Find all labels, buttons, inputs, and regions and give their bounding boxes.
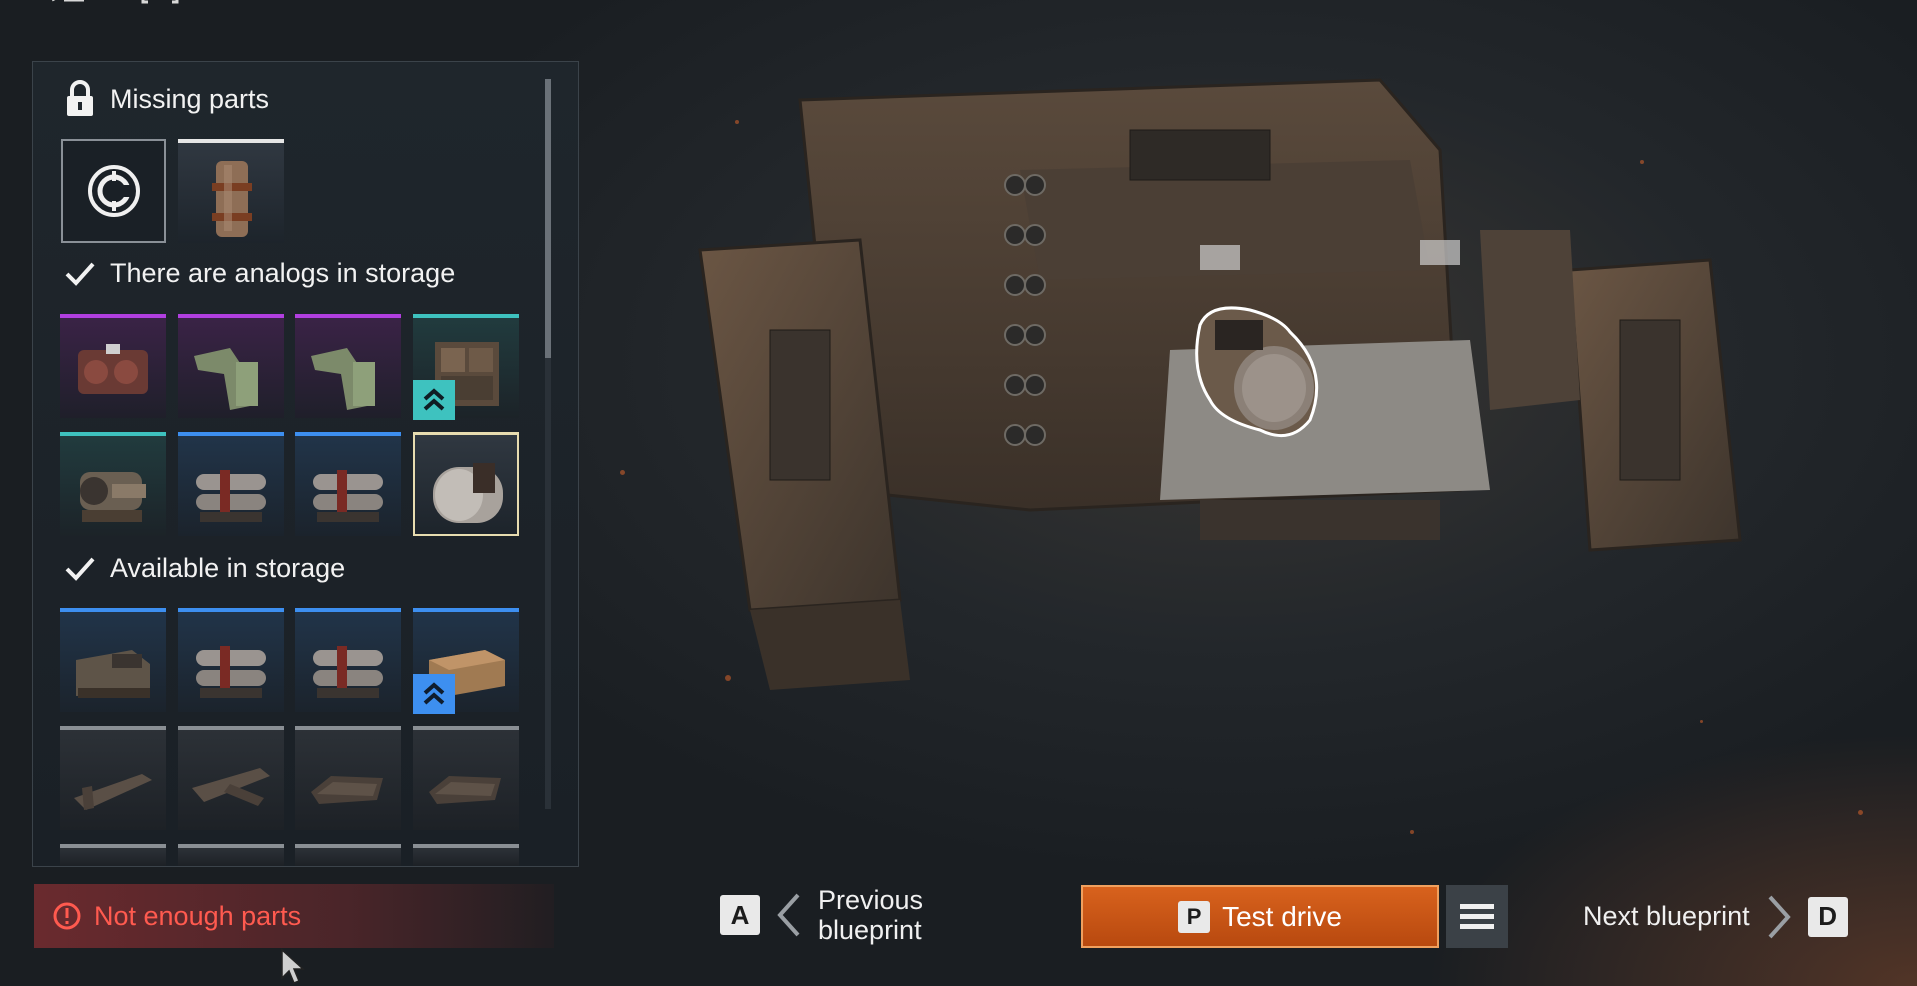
next-blueprint-label: Next blueprint [1583, 901, 1750, 931]
fuel-barrel-icon [212, 161, 252, 237]
fuel-tank-icon [433, 463, 503, 523]
upgrade-badge [413, 380, 455, 420]
missing-part-barrel[interactable] [178, 139, 284, 243]
available-part-row-cut[interactable] [60, 844, 166, 866]
plate-icon [429, 776, 501, 804]
double-chevron-up-icon [423, 388, 445, 411]
vehicle-preview[interactable] [690, 70, 1750, 710]
analog-part-arm[interactable] [178, 314, 284, 418]
twin-exhaust-icon [196, 470, 266, 522]
not-enough-parts-warning: Not enough parts [34, 884, 554, 948]
analogs-header: There are analogs in storage [64, 258, 455, 289]
analogs-title: There are analogs in storage [110, 258, 456, 288]
available-part-cabin[interactable] [60, 608, 166, 712]
key-a: A [720, 895, 760, 935]
missing-parts-title: Missing parts [110, 83, 270, 114]
menu-button[interactable] [1446, 885, 1508, 948]
available-part-row-cut[interactable] [295, 844, 401, 866]
upgrade-badge [413, 674, 455, 714]
ember [1700, 720, 1703, 723]
previous-line: Previous [818, 885, 924, 915]
available-part-crate[interactable] [413, 608, 519, 714]
check-icon [65, 557, 95, 581]
parts-scrollbar[interactable] [545, 79, 551, 809]
chevron-left-icon [777, 893, 800, 937]
scrollbar-thumb[interactable] [545, 79, 551, 358]
available-part-row-cut[interactable] [413, 844, 519, 866]
lock-icon [67, 80, 93, 116]
double-chevron-up-icon [423, 682, 445, 705]
twin-exhaust-icon [313, 646, 383, 698]
ember [620, 470, 625, 475]
frame-icon [74, 774, 152, 810]
plate-icon [311, 776, 383, 804]
next-blueprint-button[interactable]: Next blueprint D [1583, 885, 1848, 948]
key-p: P [1178, 900, 1211, 933]
available-part-exhaust[interactable] [178, 608, 284, 712]
available-title: Available in storage [110, 553, 346, 583]
mouse-cursor-icon [281, 948, 305, 984]
test-drive-button[interactable]: P Test drive [1081, 885, 1439, 948]
blueprint-line: blueprint [818, 915, 922, 945]
cannon-engine-icon [80, 472, 146, 522]
available-part-exhaust-2[interactable] [295, 608, 401, 712]
engine-icon [78, 344, 148, 394]
coin-icon [87, 165, 140, 217]
warning-text: Not enough parts [94, 900, 302, 931]
available-part-plate-2[interactable] [413, 726, 519, 830]
blueprint-list-icon[interactable] [140, 0, 180, 6]
analog-part-fuel-tank-selected[interactable] [413, 432, 519, 536]
hamburger-menu-icon [1460, 903, 1494, 929]
mech-arm-icon [194, 348, 258, 410]
ember [1858, 810, 1863, 815]
available-header: Available in storage [64, 553, 345, 584]
mech-arm-icon [311, 348, 375, 410]
garage-tool-icon[interactable] [50, 0, 90, 6]
ember [1410, 830, 1414, 834]
check-icon [65, 262, 95, 286]
twin-exhaust-icon [196, 646, 266, 698]
analog-part-arm-2[interactable] [295, 314, 401, 418]
key-d: D [1807, 896, 1848, 937]
analog-part-exhaust-2[interactable] [295, 432, 401, 536]
available-part-frame-2[interactable] [178, 726, 284, 830]
analog-part-engine[interactable] [60, 314, 166, 418]
available-part-row-cut[interactable] [178, 844, 284, 866]
analog-part-exhaust[interactable] [178, 432, 284, 536]
available-part-frame[interactable] [60, 726, 166, 830]
missing-part-coin[interactable] [61, 139, 166, 243]
analog-part-armor[interactable] [413, 314, 519, 420]
analog-part-cannon[interactable] [60, 432, 166, 536]
alert-icon [53, 902, 81, 930]
previous-blueprint-label: Previous blueprint [818, 885, 923, 945]
twin-exhaust-icon [313, 470, 383, 522]
previous-blueprint-button[interactable]: A Previous blueprint [720, 885, 923, 945]
frame-icon [192, 768, 270, 806]
available-part-plate[interactable] [295, 726, 401, 830]
test-drive-label: Test drive [1222, 900, 1342, 932]
missing-parts-header: Missing parts [64, 80, 269, 118]
cabin-icon [76, 650, 150, 698]
chevron-right-icon [1768, 895, 1791, 938]
